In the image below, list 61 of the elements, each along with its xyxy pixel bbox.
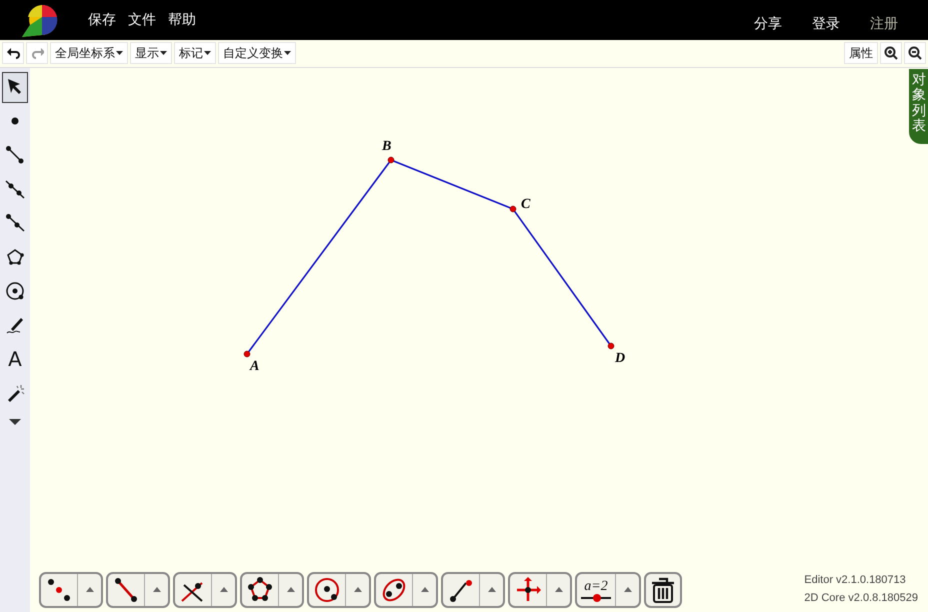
point[interactable]: [510, 206, 516, 212]
caret-icon: [116, 51, 123, 56]
caret-icon: [86, 587, 94, 592]
points-icon: [46, 576, 72, 602]
caret-icon: [488, 587, 496, 592]
tool-button[interactable]: A: [2, 344, 28, 375]
zoom-in-icon: [884, 46, 898, 60]
dropdown-button[interactable]: 全局坐标系: [50, 42, 128, 64]
account-link[interactable]: 注册: [870, 14, 898, 33]
caret-icon: [354, 587, 362, 592]
caret-icon: [204, 51, 211, 56]
account-link[interactable]: 登录: [812, 14, 840, 33]
point[interactable]: [608, 342, 614, 350]
caret-icon: [220, 587, 228, 592]
dropdown-button[interactable]: 自定义变换: [218, 42, 296, 64]
axes-icon: [515, 576, 541, 602]
line-icon: [5, 179, 25, 200]
caret-icon: [152, 587, 160, 592]
point-label: D: [615, 350, 626, 366]
menu-item[interactable]: 保存: [86, 10, 118, 29]
point[interactable]: [388, 156, 394, 164]
properties-button[interactable]: 属性: [844, 42, 878, 64]
dropdown-button[interactable]: 标记: [174, 42, 216, 64]
trash-button[interactable]: [644, 572, 682, 608]
pentagon-icon: [247, 576, 273, 602]
point[interactable]: [244, 350, 250, 358]
caret-icon: [284, 51, 291, 56]
caret-icon: [624, 587, 632, 592]
caret-icon: [160, 51, 167, 56]
account-link[interactable]: 分享: [754, 14, 782, 33]
segment-icon: [5, 145, 25, 166]
point-label: A: [250, 358, 260, 374]
circle-icon: [314, 576, 340, 602]
object-list-tab[interactable]: 对象列表: [909, 68, 928, 144]
caret-icon: [9, 418, 21, 425]
pentagon-icon: [5, 247, 25, 268]
dropdown-button[interactable]: 显示: [130, 42, 172, 64]
undo-icon: [6, 46, 20, 60]
caret-icon: [420, 587, 428, 592]
zoom-out-button[interactable]: [904, 42, 926, 64]
ray-icon: [5, 213, 25, 234]
menu-item[interactable]: 帮助: [166, 10, 198, 29]
menu-item[interactable]: 文件: [126, 10, 158, 29]
point-label: B: [382, 138, 392, 154]
version-text: 2D Core v2.0.8.180529: [804, 590, 918, 606]
caret-icon: [286, 587, 294, 592]
zoom-in-button[interactable]: [880, 42, 902, 64]
tool-button[interactable]: [2, 72, 28, 103]
slider-tool-button[interactable]: a=2: [581, 576, 611, 598]
zoom-out-icon: [908, 46, 922, 60]
ellipse-icon: [381, 576, 407, 602]
segment-icon: [113, 576, 139, 602]
redo-icon: [30, 46, 44, 60]
trash-icon: [650, 576, 676, 604]
caret-icon: [554, 587, 562, 592]
point-label: C: [521, 196, 530, 212]
undo-button[interactable]: [2, 42, 24, 64]
slider-knob-icon: [593, 594, 601, 602]
version-text: Editor v2.1.0.180713: [804, 573, 907, 588]
pen-icon: [5, 315, 25, 336]
circle-icon: [5, 281, 25, 302]
